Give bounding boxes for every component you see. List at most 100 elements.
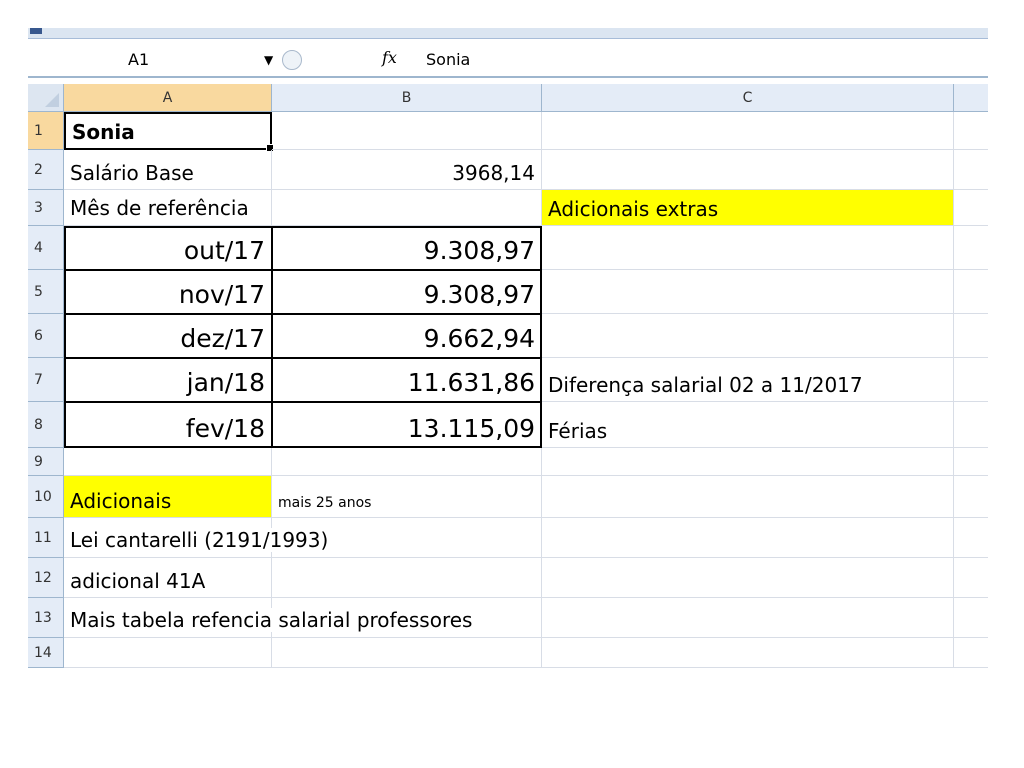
cell-d4[interactable] — [954, 226, 988, 270]
cell-b12[interactable] — [272, 558, 542, 598]
cell-b3[interactable] — [272, 190, 542, 226]
row-header-13[interactable]: 13 — [28, 598, 64, 638]
cell-a4[interactable]: out/17 — [64, 226, 272, 270]
cell-value: Adicionais extras — [548, 197, 719, 221]
cell-d12[interactable] — [954, 558, 988, 598]
cell-value: mais 25 anos — [278, 495, 372, 511]
row-header-8[interactable]: 8 — [28, 402, 64, 448]
cell-a2[interactable]: Salário Base — [64, 150, 272, 190]
cell-value: Adicionais — [70, 489, 172, 513]
row-header-9[interactable]: 9 — [28, 448, 64, 476]
cell-c8[interactable]: Férias — [542, 402, 954, 448]
cell-value: fev/18 — [185, 414, 265, 443]
row-header-6[interactable]: 6 — [28, 314, 64, 358]
column-header-d[interactable] — [954, 84, 988, 112]
name-box-value: A1 — [128, 50, 150, 69]
chevron-down-icon[interactable]: ▼ — [264, 48, 273, 72]
cell-b6[interactable]: 9.662,94 — [272, 314, 542, 358]
cell-a7[interactable]: jan/18 — [64, 358, 272, 402]
cell-d8[interactable] — [954, 402, 988, 448]
cell-a10[interactable]: Adicionais — [64, 476, 272, 518]
cell-c11[interactable] — [542, 518, 954, 558]
row-header-1[interactable]: 1 — [28, 112, 64, 150]
cell-b2[interactable]: 3968,14 — [272, 150, 542, 190]
cell-c10[interactable] — [542, 476, 954, 518]
cell-a5[interactable]: nov/17 — [64, 270, 272, 314]
row-header-14[interactable]: 14 — [28, 638, 64, 668]
row-header-3[interactable]: 3 — [28, 190, 64, 226]
cell-b5[interactable]: 9.308,97 — [272, 270, 542, 314]
row-header-7[interactable]: 7 — [28, 358, 64, 402]
cell-d5[interactable] — [954, 270, 988, 314]
formula-bar: A1 ▼ fx Sonia — [28, 44, 988, 78]
cell-b9[interactable] — [272, 448, 542, 476]
cell-value: out/17 — [183, 236, 265, 265]
cell-value: Salário Base — [70, 161, 194, 185]
cell-c4[interactable] — [542, 226, 954, 270]
cell-c2[interactable] — [542, 150, 954, 190]
cell-b10[interactable]: mais 25 anos — [272, 476, 542, 518]
cell-value: Férias — [548, 419, 608, 443]
cell-a1[interactable]: Sonia — [64, 112, 274, 152]
cell-b4[interactable]: 9.308,97 — [272, 226, 542, 270]
cell-c5[interactable] — [542, 270, 954, 314]
cell-value: 13.115,09 — [407, 414, 535, 443]
cell-value: 9.308,97 — [423, 236, 535, 265]
cell-d14[interactable] — [954, 638, 988, 668]
cell-a6[interactable]: dez/17 — [64, 314, 272, 358]
cell-value: Mês de referência — [70, 196, 251, 220]
row-header-10[interactable]: 10 — [28, 476, 64, 518]
cell-b7[interactable]: 11.631,86 — [272, 358, 542, 402]
cell-value: adicional 41A — [70, 569, 206, 593]
cell-d3[interactable] — [954, 190, 988, 226]
cell-d6[interactable] — [954, 314, 988, 358]
row-header-2[interactable]: 2 — [28, 150, 64, 190]
cell-c14[interactable] — [542, 638, 954, 668]
cell-c3[interactable]: Adicionais extras — [542, 190, 954, 226]
cell-value: Lei cantarelli (2191/1993) — [70, 528, 331, 552]
cell-c9[interactable] — [542, 448, 954, 476]
cell-d11[interactable] — [954, 518, 988, 558]
cell-value: dez/17 — [180, 324, 265, 353]
column-header-b[interactable]: B — [272, 84, 542, 112]
cell-d2[interactable] — [954, 150, 988, 190]
cell-c7[interactable]: Diferença salarial 02 a 11/2017 — [542, 358, 954, 402]
formula-input[interactable]: Sonia — [426, 50, 470, 69]
row-header-4[interactable]: 4 — [28, 226, 64, 270]
formula-controls: fx — [274, 46, 404, 74]
cell-value: 9.662,94 — [423, 324, 535, 353]
cell-a14[interactable] — [64, 638, 272, 668]
cell-a8[interactable]: fev/18 — [64, 402, 272, 448]
cell-d13[interactable] — [954, 598, 988, 638]
cell-b14[interactable] — [272, 638, 542, 668]
cell-c1[interactable] — [542, 112, 954, 150]
cell-c6[interactable] — [542, 314, 954, 358]
cancel-icon[interactable] — [282, 50, 302, 70]
cell-a12[interactable]: adicional 41A — [64, 558, 272, 598]
column-header-a[interactable]: A — [64, 84, 272, 112]
select-all-corner[interactable] — [28, 84, 64, 112]
row-header-11[interactable]: 11 — [28, 518, 64, 558]
ribbon-strip — [28, 28, 988, 39]
cell-d7[interactable] — [954, 358, 988, 402]
excel-app-icon — [30, 28, 42, 34]
cell-d10[interactable] — [954, 476, 988, 518]
cell-d9[interactable] — [954, 448, 988, 476]
cell-value: Diferença salarial 02 a 11/2017 — [548, 373, 863, 397]
cell-value: 9.308,97 — [423, 280, 535, 309]
column-header-c[interactable]: C — [542, 84, 954, 112]
row-header-12[interactable]: 12 — [28, 558, 64, 598]
cell-value: 3968,14 — [452, 161, 535, 185]
cell-a9[interactable] — [64, 448, 272, 476]
cell-b8[interactable]: 13.115,09 — [272, 402, 542, 448]
cell-c12[interactable] — [542, 558, 954, 598]
cell-c13[interactable] — [542, 598, 954, 638]
cell-d1[interactable] — [954, 112, 988, 150]
cell-value: Sonia — [72, 120, 135, 144]
row-header-5[interactable]: 5 — [28, 270, 64, 314]
cell-value: 11.631,86 — [407, 368, 535, 397]
insert-function-icon[interactable]: fx — [382, 48, 397, 67]
cell-value: nov/17 — [178, 280, 265, 309]
cell-b1[interactable] — [272, 112, 542, 150]
cell-value: Mais tabela refencia salarial professore… — [70, 608, 475, 632]
